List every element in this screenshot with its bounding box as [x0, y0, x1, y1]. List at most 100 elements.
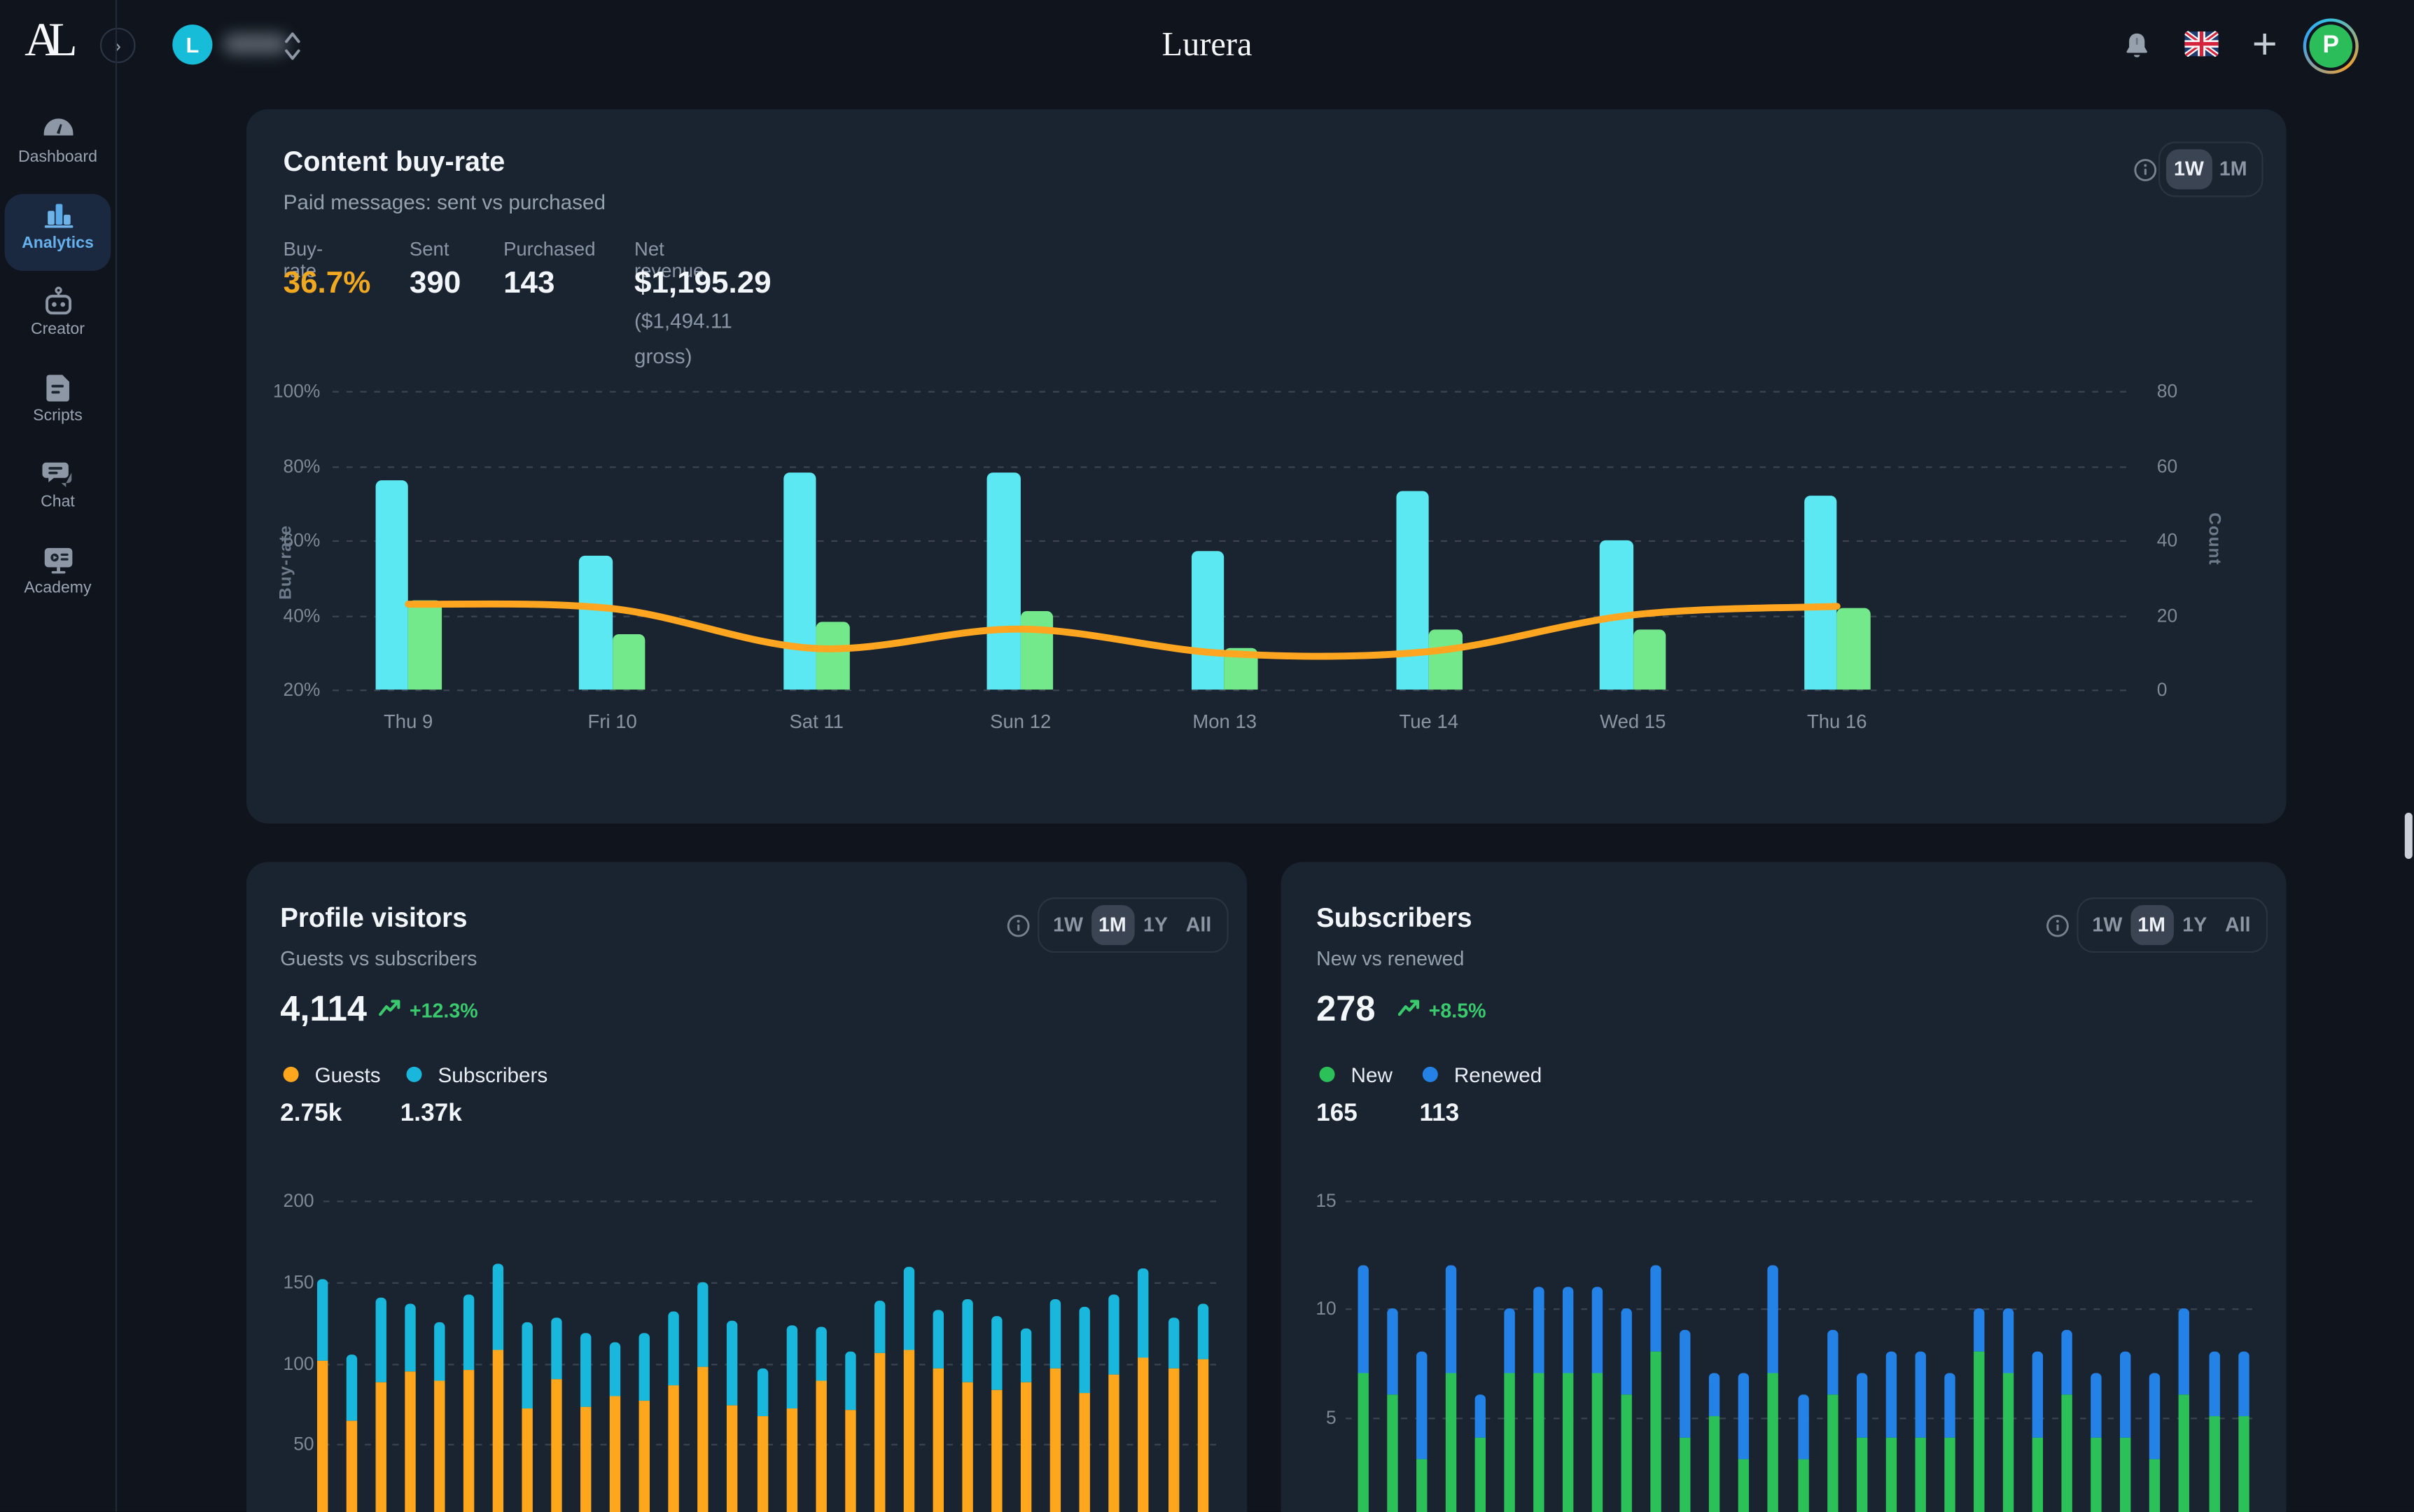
app-window: AL › L Lurera + P [0, 0, 2414, 1511]
guests-segment [580, 1407, 591, 1512]
right-axis-tick: 80 [2157, 380, 2219, 402]
stacked-bar [1197, 1305, 1208, 1512]
renewed-segment [1768, 1266, 1778, 1373]
subscribers-segment [845, 1352, 856, 1410]
subscribers-segment [639, 1334, 650, 1400]
subscribers-segment [610, 1342, 620, 1396]
stacked-bar [316, 1278, 327, 1512]
subscribers-segment [492, 1264, 503, 1350]
renewed-segment [1357, 1266, 1367, 1373]
sidebar-item-chat[interactable]: Chat [5, 453, 111, 530]
language-uk-flag-icon[interactable] [2184, 31, 2218, 57]
sidebar-item-dashboard[interactable]: Dashboard [5, 108, 111, 185]
sidebar-item-analytics[interactable]: Analytics [5, 194, 111, 271]
new-segment [1768, 1373, 1778, 1512]
subscribers-segment [874, 1301, 885, 1353]
guests-segment [933, 1368, 944, 1512]
stacked-bar [492, 1264, 503, 1512]
sidebar-item-label: Chat [5, 493, 111, 511]
guests-segment [1138, 1358, 1149, 1512]
subscribers-segment [991, 1316, 1002, 1391]
renewed-segment [2003, 1308, 2014, 1373]
stacked-bar [1680, 1330, 1691, 1512]
renewed-segment [1856, 1373, 1867, 1438]
guests-segment [610, 1395, 620, 1512]
card-subtitle: Paid messages: sent vs purchased [284, 191, 606, 214]
sidebar-item-academy[interactable]: Academy [5, 539, 111, 616]
robot-icon [39, 286, 76, 317]
visitors-chart: 20015010050 [246, 862, 1247, 1512]
y-axis-tick: 200 [246, 1190, 314, 1212]
profile-avatar[interactable]: P [2303, 18, 2359, 74]
x-axis-label: Tue 14 [1367, 711, 1491, 733]
scrollbar-thumb[interactable] [2405, 813, 2413, 859]
stacked-bar [874, 1301, 885, 1512]
sidebar-item-scripts[interactable]: Scripts [5, 366, 111, 443]
guests-segment [991, 1390, 1002, 1512]
stacked-bar [639, 1334, 650, 1512]
new-segment [1386, 1395, 1397, 1512]
stacked-bar [1944, 1373, 1955, 1512]
stacked-bar [962, 1300, 972, 1512]
guests-segment [522, 1408, 532, 1512]
subscribers-chart: 15105 [1281, 862, 2287, 1512]
right-axis-tick: 20 [2157, 604, 2219, 626]
sidebar-divider [116, 0, 117, 1511]
left-axis-title: Buy-rate [277, 525, 295, 600]
stacked-bar [1080, 1306, 1090, 1512]
new-segment [1856, 1438, 1867, 1512]
add-new-button[interactable]: + [2245, 22, 2284, 68]
renewed-segment [1915, 1352, 1925, 1438]
renewed-segment [2150, 1373, 2161, 1460]
stacked-bar [1138, 1269, 1149, 1512]
subscribers-segment [1168, 1317, 1178, 1368]
new-segment [2238, 1417, 2248, 1512]
stacked-bar [1504, 1308, 1514, 1512]
sidebar-item-label: Scripts [5, 407, 111, 425]
sidebar-item-creator[interactable]: Creator [5, 280, 111, 357]
subscribers-segment [1050, 1300, 1061, 1368]
stacked-bar [463, 1295, 474, 1512]
stacked-bar [2179, 1308, 2190, 1512]
renewed-segment [1474, 1395, 1485, 1438]
subscribers-segment [405, 1305, 415, 1371]
new-segment [1563, 1373, 1573, 1512]
stacked-bar [1651, 1266, 1661, 1512]
gridline [1346, 1309, 2259, 1310]
stacked-bar [2003, 1308, 2014, 1512]
subscribers-segment [580, 1334, 591, 1406]
range-toggle: 1W1M [2158, 141, 2263, 197]
new-segment [1445, 1373, 1456, 1512]
new-segment [1651, 1352, 1661, 1512]
notifications-bell-icon[interactable] [2120, 29, 2154, 63]
stacked-bar [2062, 1330, 2072, 1512]
y-axis-tick: 15 [1269, 1190, 1337, 1212]
stacked-bar [1710, 1373, 1720, 1512]
new-segment [2150, 1460, 2161, 1512]
x-axis-label: Fri 10 [551, 711, 674, 733]
info-icon[interactable] [2134, 158, 2157, 181]
renewed-segment [2121, 1352, 2131, 1438]
new-segment [1739, 1460, 1750, 1512]
range-option-1m[interactable]: 1M [2212, 149, 2255, 189]
stat-label: Purchased [503, 239, 595, 260]
stacked-bar [1021, 1329, 1031, 1512]
guests-segment [405, 1371, 415, 1512]
guests-segment [1080, 1394, 1090, 1512]
stacked-bar [2091, 1373, 2102, 1512]
guests-segment [669, 1385, 679, 1512]
guests-segment [375, 1382, 386, 1512]
new-segment [1533, 1373, 1544, 1512]
guests-segment [1021, 1382, 1031, 1512]
gridline [323, 1282, 1220, 1283]
range-option-1w[interactable]: 1W [2166, 149, 2212, 189]
screen: AL › L Lurera + P [0, 0, 2414, 1512]
new-segment [1592, 1373, 1603, 1512]
subscribers-segment [904, 1267, 914, 1350]
stat-label: Sent [410, 239, 449, 260]
subscribers-segment [346, 1354, 356, 1421]
guests-segment [962, 1382, 972, 1512]
stacked-bar [551, 1317, 561, 1512]
stacked-bar [405, 1305, 415, 1512]
renewed-segment [2208, 1352, 2219, 1417]
